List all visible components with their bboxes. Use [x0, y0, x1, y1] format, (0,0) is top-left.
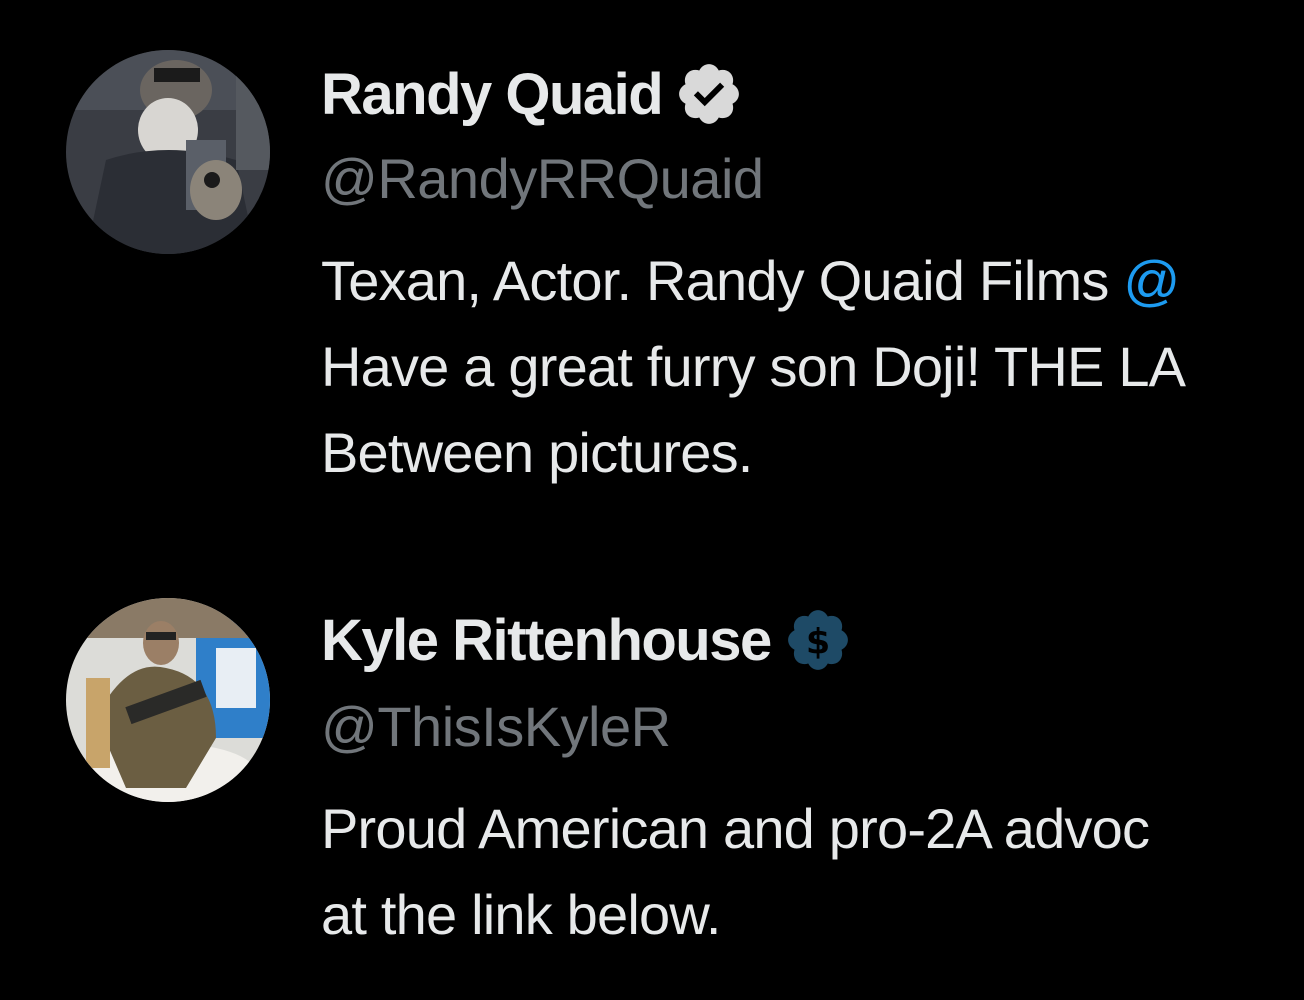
- bio-line: Have a great furry son Doji! THE LA: [321, 335, 1186, 398]
- verified-check-icon: [674, 59, 744, 129]
- avatar[interactable]: [66, 598, 270, 802]
- name-row: Randy Quaid: [321, 56, 744, 132]
- user-handle[interactable]: @ThisIsKyleR: [321, 694, 671, 759]
- name-row: Kyle Rittenhouse $: [321, 602, 853, 678]
- display-name[interactable]: Kyle Rittenhouse: [321, 607, 772, 674]
- avatar-image: [66, 50, 270, 254]
- bio-mention-link[interactable]: @: [1123, 249, 1180, 312]
- bio-line: at the link below.: [321, 883, 721, 946]
- user-bio: Texan, Actor. Randy Quaid Films @ Have a…: [321, 238, 1304, 496]
- user-cell-randy-quaid[interactable]: Randy Quaid @RandyRRQuaid Texan, Actor. …: [0, 0, 1304, 560]
- user-bio: Proud American and pro-2A advoc at the l…: [321, 786, 1304, 958]
- bio-line: Proud American and pro-2A advoc: [321, 797, 1150, 860]
- avatar[interactable]: [66, 50, 270, 254]
- avatar-image: [66, 598, 270, 802]
- bio-line: Between pictures.: [321, 421, 753, 484]
- user-handle[interactable]: @RandyRRQuaid: [321, 146, 764, 211]
- svg-text:$: $: [806, 622, 830, 662]
- user-cell-kyle-rittenhouse[interactable]: Kyle Rittenhouse $ @ThisIsKyleR Proud Am…: [0, 560, 1304, 1000]
- bio-line: Texan, Actor. Randy Quaid Films @: [321, 249, 1180, 312]
- verified-dollar-badge-icon: $: [783, 605, 853, 675]
- display-name[interactable]: Randy Quaid: [321, 61, 664, 128]
